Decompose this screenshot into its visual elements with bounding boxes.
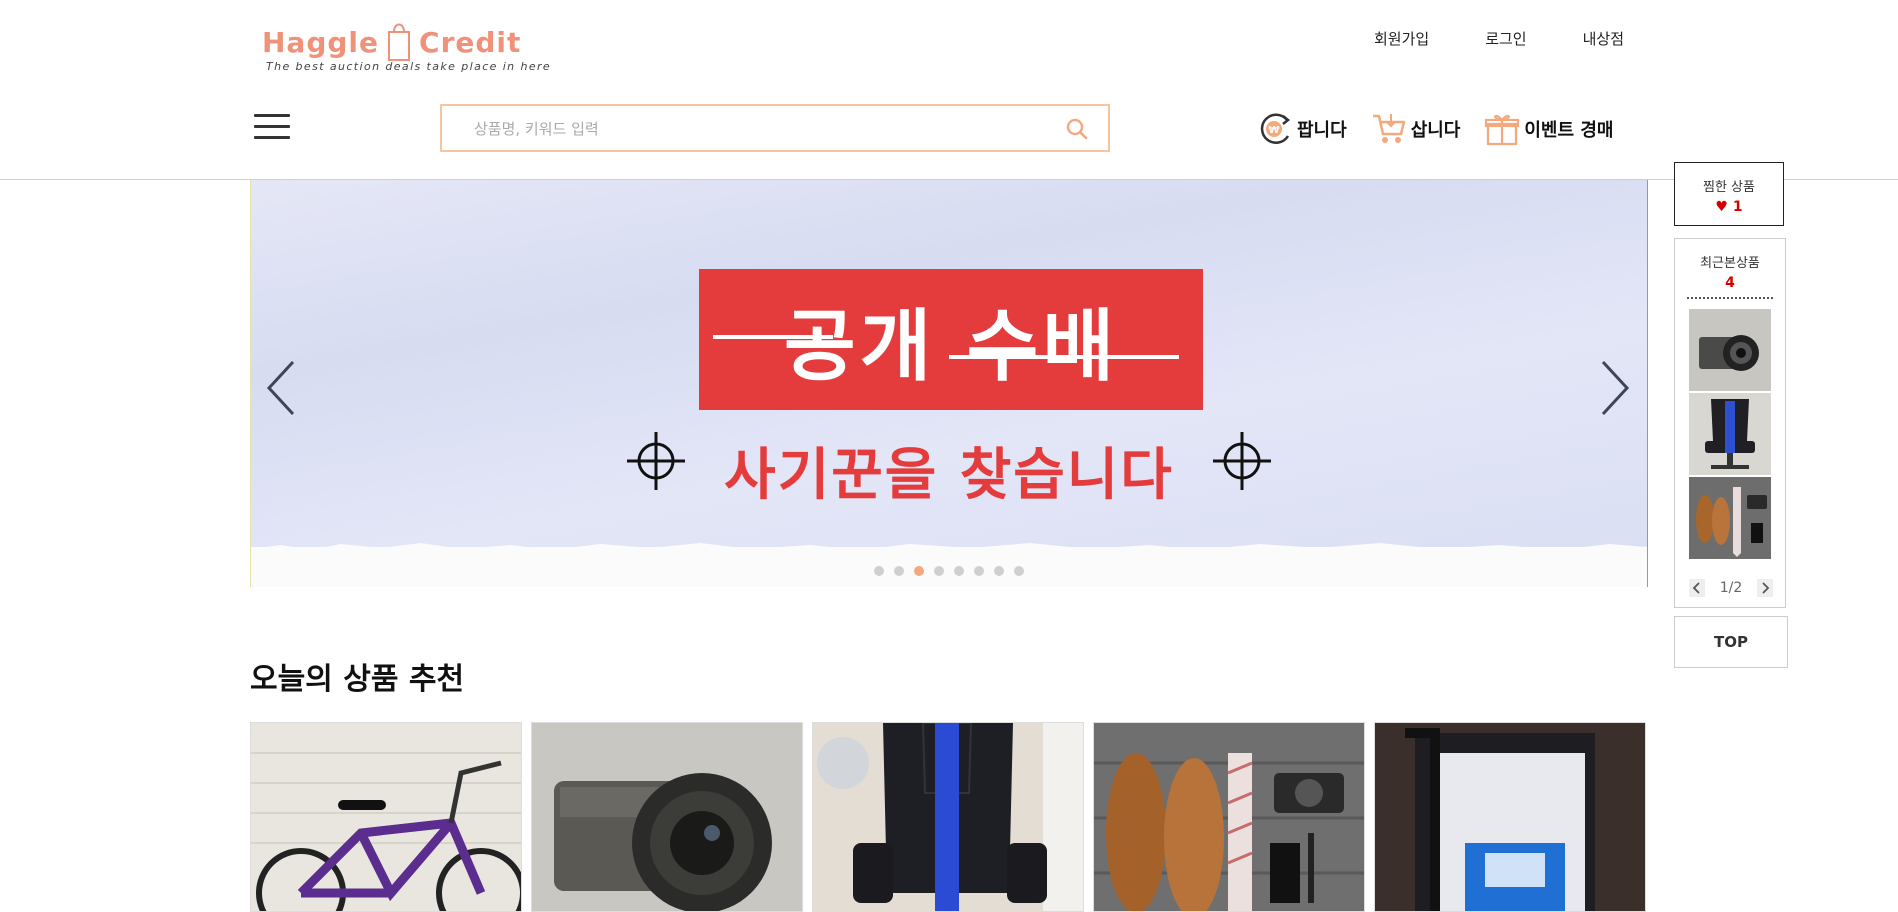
logo-wordmark: Haggle Credit	[262, 18, 521, 62]
my-store-link[interactable]: 내상점	[1583, 28, 1624, 49]
banner-subtitle: 사기꾼을 찾습니다	[724, 443, 1174, 508]
svg-text:₩: ₩	[1268, 125, 1279, 136]
banner-dot[interactable]	[994, 566, 1004, 576]
banner-dot[interactable]	[934, 566, 944, 576]
product-card-camera[interactable]	[531, 722, 803, 912]
banner-dot[interactable]	[1014, 566, 1024, 576]
product-image-gaming-chair	[813, 723, 1083, 911]
banner-prev-arrow-icon[interactable]	[263, 358, 303, 418]
logo-word-left: Haggle	[262, 26, 380, 59]
search-icon[interactable]	[1066, 118, 1088, 140]
recent-thumb-chair[interactable]	[1689, 393, 1771, 475]
logo-word-right: Credit	[419, 26, 522, 59]
recent-label: 최근본상품	[1700, 256, 1760, 271]
nav-sell[interactable]: ₩ 팝니다	[1257, 112, 1347, 146]
product-list	[250, 722, 1646, 912]
recent-thumb-shoes[interactable]	[1689, 477, 1771, 559]
heart-icon: ♥	[1715, 199, 1728, 215]
search-bar	[440, 104, 1110, 152]
signup-link[interactable]: 회원가입	[1374, 28, 1429, 49]
search-input[interactable]	[472, 116, 1036, 142]
banner-dot[interactable]	[874, 566, 884, 576]
nav-event-auction[interactable]: 이벤트 경매	[1484, 112, 1613, 146]
nav-buy[interactable]: 삽니다	[1371, 112, 1461, 146]
pager-next-icon[interactable]	[1757, 579, 1773, 597]
top-links: 회원가입 로그인 내상점	[1318, 28, 1624, 49]
nav-buy-label: 삽니다	[1410, 120, 1461, 141]
hero-banner[interactable]: 공개 수배 사기꾼을 찾습니다	[250, 180, 1648, 587]
banner-dot[interactable]	[974, 566, 984, 576]
recent-divider	[1687, 297, 1773, 299]
recent-pager: 1/2	[1689, 579, 1773, 597]
recent-thumb-camera[interactable]	[1689, 309, 1771, 391]
scroll-top-button[interactable]: TOP	[1674, 616, 1788, 668]
product-card-bicycle[interactable]	[250, 722, 522, 912]
banner-dot[interactable]	[894, 566, 904, 576]
recent-count: 4	[1725, 275, 1735, 291]
gift-icon	[1485, 114, 1520, 146]
product-card-gaming-chair[interactable]	[812, 722, 1084, 912]
sell-coin-icon: ₩	[1260, 113, 1291, 144]
cart-icon	[1372, 114, 1405, 143]
product-image-shoes	[1094, 723, 1364, 911]
shopping-bag-icon	[388, 23, 411, 61]
banner-dot-active[interactable]	[914, 566, 924, 576]
login-link[interactable]: 로그인	[1485, 28, 1526, 49]
product-image-camera	[532, 723, 802, 911]
pager-prev-icon[interactable]	[1689, 579, 1705, 597]
hamburger-menu-icon[interactable]	[254, 114, 290, 142]
banner-headline: 공개 수배	[783, 301, 1119, 392]
favorites-count: ♥ 1	[1675, 199, 1783, 215]
wanted-box: 공개 수배	[699, 269, 1203, 410]
product-card-shoes[interactable]	[1093, 722, 1365, 912]
banner-pagination	[251, 566, 1647, 576]
product-image-machine	[1375, 723, 1645, 911]
favorites-label: 찜한 상품	[1703, 180, 1755, 195]
banner-dot[interactable]	[954, 566, 964, 576]
nav-event-label: 이벤트 경매	[1524, 120, 1614, 141]
product-image-bicycle	[251, 723, 521, 911]
banner-next-arrow-icon[interactable]	[1593, 358, 1633, 418]
favorites-box[interactable]: 찜한 상품 ♥ 1	[1674, 162, 1784, 226]
site-logo[interactable]: Haggle Credit The best auction deals take…	[262, 8, 550, 78]
section-title: 오늘의 상품 추천	[250, 662, 465, 697]
logo-tagline: The best auction deals take place in her…	[266, 60, 552, 73]
recent-page-indicator: 1/2	[1719, 580, 1743, 596]
nav-sell-label: 팝니다	[1297, 120, 1347, 141]
product-card-machine[interactable]	[1374, 722, 1646, 912]
main-nav: ₩ 팝니다 삽니다 이벤트 경매	[1257, 112, 1637, 146]
favorites-count-value: 1	[1732, 199, 1743, 215]
recent-items-box: 최근본상품 4 1/2	[1674, 238, 1786, 608]
